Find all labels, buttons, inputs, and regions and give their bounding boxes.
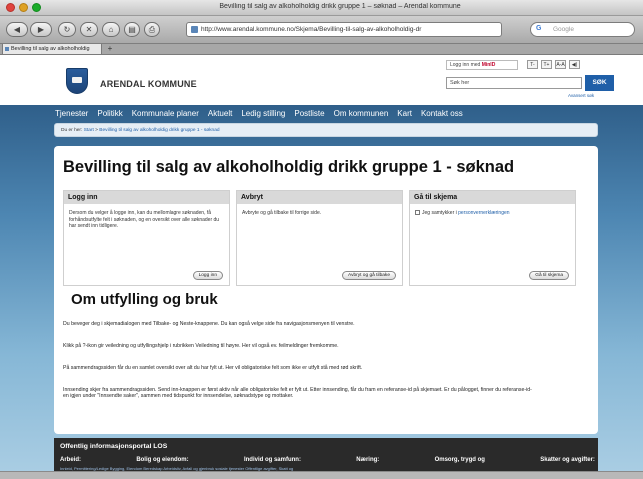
footer-columns: Arbeid: Bolig og eiendom: Individ og sam… [60,457,595,463]
info-paragraph-2: Klikk på ?-ikon gir veiledning og utfyll… [63,343,339,349]
window-titlebar: Bevilling til salg av alkoholholdig drik… [0,0,643,16]
main-navigation: Tjenester Politikk Kommunale planer Aktu… [55,109,463,118]
footer-col-bolig[interactable]: Bolig og eiendom: [136,457,188,463]
cancel-box-text: Avbryte og gå tilbake til forrige side. [242,210,322,216]
nav-item-politikk[interactable]: Politikk [97,109,122,118]
footer-title: Offentlig informasjonsportal LOS [60,443,168,450]
reload-icon: ↻ [63,25,71,34]
site-logo-text[interactable]: ARENDAL KOMMUNE [100,79,197,89]
footer-col-naering[interactable]: Næring: [356,457,379,463]
breadcrumb-current-link[interactable]: Bevilling til salg av alkoholholdig drik… [99,128,219,133]
address-text: http://www.arendal.kommune.no/Skjema/Bev… [201,26,422,33]
info-paragraph-4: Innsending skjer fra sammendragssiden. S… [63,387,532,400]
decrease-font-button[interactable]: T- [527,60,538,69]
breadcrumb: Du er her: Start > Bevilling til salg av… [54,123,598,137]
goto-form-button[interactable]: Gå til skjema [529,271,569,280]
footer-col-individ[interactable]: Individ og samfunn: [244,457,301,463]
info-paragraph-1: Du beveger deg i skjemadialogen med Tilb… [63,321,355,327]
site-footer: Offentlig informasjonsportal LOS Arbeid:… [54,438,598,471]
minimize-window-button[interactable] [19,3,28,12]
forward-icon: ▶ [37,25,45,34]
tab-title: Bevilling til salg av alkoholholdig [11,46,90,52]
footer-col-omsorg[interactable]: Omsorg, trygd og [435,457,485,463]
advanced-search-link[interactable]: Avansert søk [568,93,594,98]
login-box-text: Dersom du velger å logge inn, kan du mel… [69,210,220,230]
nav-item-tjenester[interactable]: Tjenester [55,109,88,118]
cancel-box: Avbryt Avbryte og gå tilbake til forrige… [236,190,403,286]
minid-login-link[interactable]: Logg inn med MinID [446,60,518,70]
font-size-controls: T- T+ A-A ◀) [527,60,580,69]
minid-label: MinID [481,62,496,68]
breadcrumb-start-link[interactable]: Start [84,128,94,133]
goto-form-box: Gå til skjema Jeg samtykker i personvern… [409,190,576,286]
cancel-button[interactable]: Avbryt og gå tilbake [341,271,396,280]
nav-item-postliste[interactable]: Postliste [294,109,324,118]
back-button[interactable]: ◀ [6,22,28,37]
tab-active[interactable]: Bevilling til salg av alkoholholdig [2,44,102,55]
login-prefix: Logg inn med [450,62,482,68]
info-paragraph-3: På sammendragssiden får du en samlet ove… [63,365,363,371]
login-box: Logg inn Dersom du velger å logge inn, k… [63,190,230,286]
consent-label: Jeg samtykker i [422,210,459,216]
site-header: ARENDAL KOMMUNE Logg inn med MinID T- T+… [48,55,614,105]
stop-button[interactable]: ✕ [80,22,98,37]
print-button[interactable]: ⎙ [144,22,160,37]
breadcrumb-prefix: Du er her: [61,128,83,133]
arendal-crest-icon[interactable] [66,68,88,94]
consent-row: Jeg samtykker i personvernerklæringen [410,204,575,217]
reload-button[interactable]: ↻ [58,22,76,37]
page-viewport: ARENDAL KOMMUNE Logg inn med MinID T- T+… [0,55,643,471]
stop-icon: ✕ [85,25,93,34]
window-controls [6,3,41,12]
browser-statusbar [0,471,643,479]
forward-button[interactable]: ▶ [30,22,52,37]
section-title: Om utfylling og bruk [71,291,218,308]
home-button[interactable]: ⌂ [102,22,120,37]
footer-col-arbeid[interactable]: Arbeid: [60,457,81,463]
zoom-window-button[interactable] [32,3,41,12]
site-search-input[interactable]: Søk her [446,77,582,89]
read-aloud-button[interactable]: ◀) [569,60,580,69]
browser-search-input[interactable]: G Google [530,22,635,37]
new-tab-button[interactable]: + [104,44,116,55]
close-window-button[interactable] [6,3,15,12]
back-icon: ◀ [13,25,21,34]
login-box-title: Logg inn [64,191,229,204]
nav-item-om-kommunen[interactable]: Om kommunen [334,109,389,118]
nav-item-ledig-stilling[interactable]: Ledig stilling [241,109,285,118]
nav-item-kommunale-planer[interactable]: Kommunale planer [132,109,199,118]
bookmarks-icon: ▤ [128,25,136,34]
search-button[interactable]: SØK [585,75,614,91]
login-button[interactable]: Logg inn [192,271,223,280]
nav-item-aktuelt[interactable]: Aktuelt [208,109,232,118]
increase-font-button[interactable]: T+ [541,60,552,69]
page-title: Bevilling til salg av alkoholholdig drik… [63,158,515,176]
browser-search-placeholder: Google [553,26,574,33]
site-favicon-icon [191,26,198,33]
privacy-policy-link[interactable]: personvernerklæringen [458,210,509,216]
window-title: Bevilling til salg av alkoholholdig drik… [219,3,461,10]
main-content: Bevilling til salg av alkoholholdig drik… [54,146,598,434]
browser-toolbar: ◀ ▶ ↻ ✕ ⌂ ▤ ⎙ http://www.arendal.kommune… [0,16,643,44]
print-icon: ⎙ [148,24,156,34]
nav-item-kontakt-oss[interactable]: Kontakt oss [421,109,463,118]
google-icon: G [536,25,542,32]
goto-form-box-title: Gå til skjema [410,191,575,204]
tab-favicon-icon [5,47,9,51]
tab-bar: Bevilling til salg av alkoholholdig + [0,44,643,55]
address-bar[interactable]: http://www.arendal.kommune.no/Skjema/Bev… [186,22,502,37]
home-icon: ⌂ [108,25,114,34]
contrast-button[interactable]: A-A [555,60,566,69]
footer-col-skatter[interactable]: Skatter og avgifter: [540,457,595,463]
cancel-box-title: Avbryt [237,191,402,204]
consent-checkbox[interactable] [415,210,420,215]
bookmarks-button[interactable]: ▤ [124,22,140,37]
nav-item-kart[interactable]: Kart [397,109,412,118]
